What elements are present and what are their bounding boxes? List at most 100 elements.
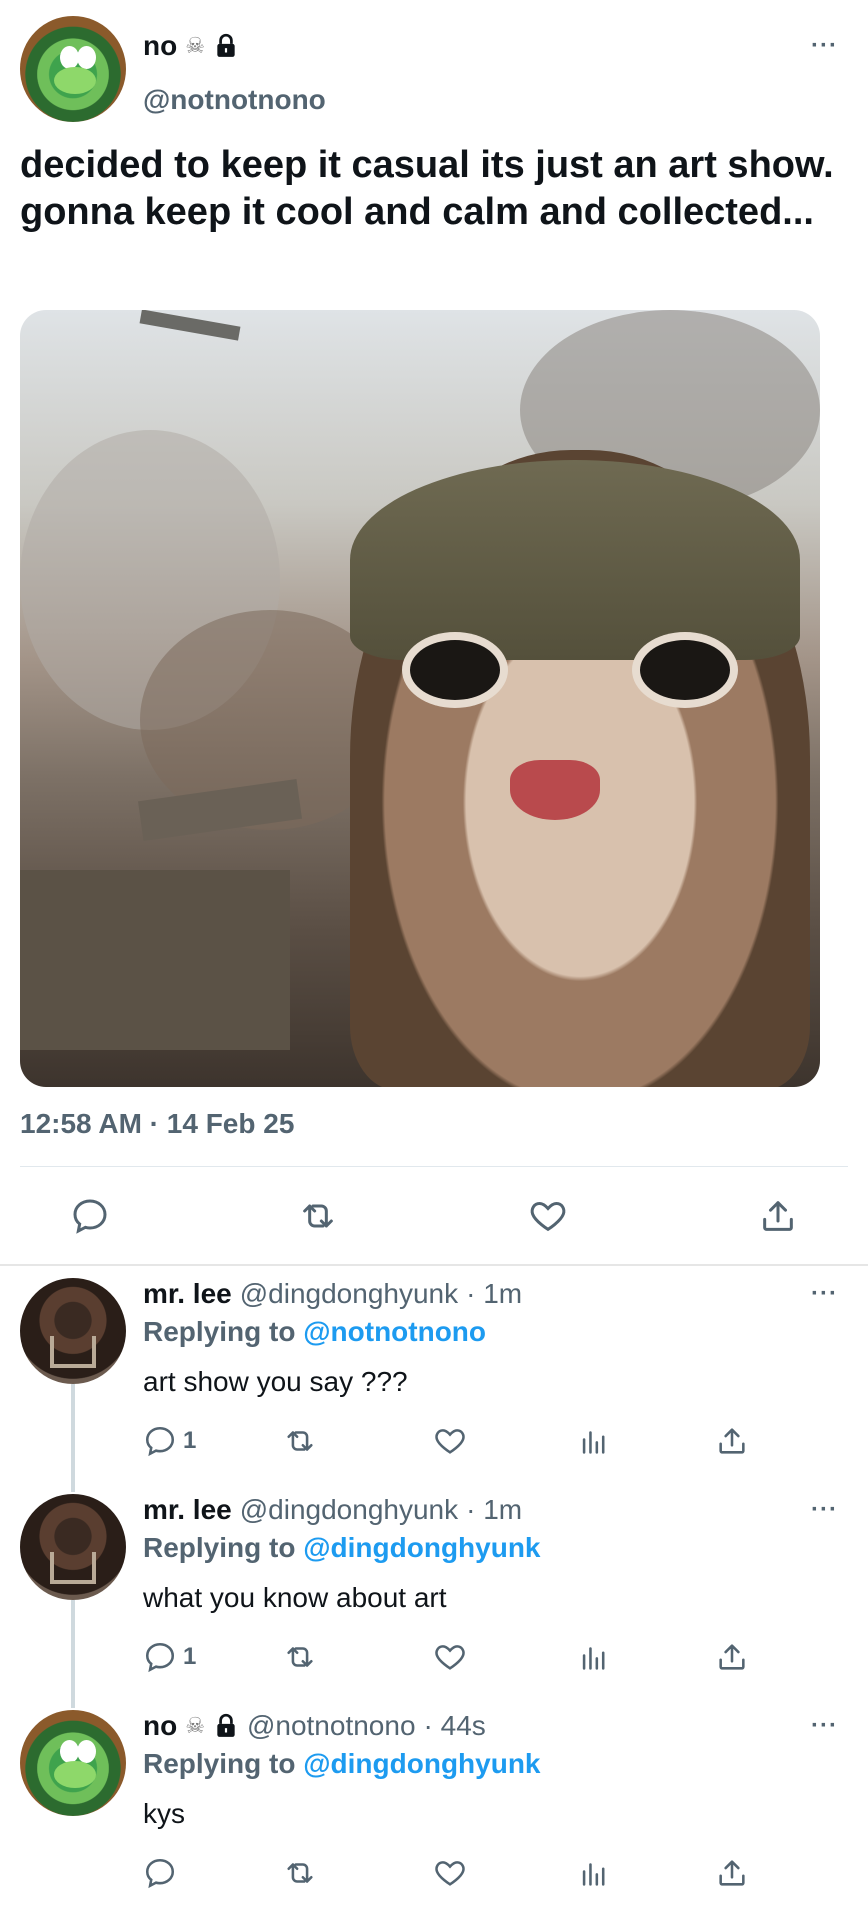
reply-button[interactable]: 1 — [143, 1640, 196, 1674]
heart-icon — [530, 1201, 566, 1232]
cat-eye — [640, 640, 730, 700]
replying-to-label: Replying to — [143, 1532, 296, 1563]
retweet-icon — [303, 1204, 333, 1228]
share-button[interactable] — [715, 1856, 749, 1890]
avatar-detail — [49, 1336, 97, 1369]
replying-to: Replying to @dingdonghyunk — [143, 1532, 541, 1564]
heart-icon — [435, 1645, 465, 1670]
like-button[interactable] — [433, 1640, 467, 1674]
avatar[interactable] — [20, 1710, 126, 1816]
avatar-eye — [77, 1739, 97, 1763]
mention-link[interactable]: @notnotnono — [303, 1316, 486, 1347]
lock-icon — [213, 1713, 239, 1739]
lock-icon — [213, 33, 239, 59]
share-button[interactable] — [715, 1640, 749, 1674]
views-button[interactable] — [577, 1640, 611, 1674]
share-button[interactable] — [715, 1424, 749, 1458]
reply-actions: 1 — [143, 1424, 783, 1464]
reply-button[interactable] — [143, 1856, 183, 1890]
avatar-detail — [49, 1552, 97, 1585]
retweet-button[interactable] — [283, 1424, 317, 1458]
display-name[interactable]: no — [143, 30, 177, 62]
more-options-button[interactable]: ··· — [811, 1712, 838, 1740]
relative-time: · 44s — [423, 1710, 486, 1741]
avatar-snout — [53, 1760, 97, 1789]
handle[interactable]: @notnotnono — [143, 84, 326, 116]
reply-header: mr. lee @dingdonghyunk · 1m — [143, 1278, 522, 1310]
reply-actions: 1 — [143, 1640, 783, 1680]
reply-icon — [145, 1858, 175, 1889]
analytics-icon — [582, 1647, 605, 1670]
retweet-icon — [287, 1647, 313, 1667]
views-button[interactable] — [577, 1856, 611, 1890]
reply-tweet[interactable]: no ☠ @notnotnono · 44s ··· Replying to @… — [0, 1700, 868, 1914]
analytics-icon — [582, 1863, 605, 1886]
replying-to: Replying to @notnotnono — [143, 1316, 486, 1348]
share-icon — [719, 1860, 745, 1886]
reply-actions — [143, 1856, 783, 1896]
plane-shape — [139, 310, 241, 341]
like-button[interactable] — [433, 1856, 467, 1890]
reply-text: what you know about art — [143, 1582, 447, 1613]
replying-to: Replying to @dingdonghyunk — [143, 1748, 541, 1780]
more-options-button[interactable]: ··· — [811, 32, 838, 60]
timestamp: 12:58 AM · 14 Feb 25 — [20, 1108, 295, 1139]
like-button[interactable] — [528, 1196, 568, 1236]
reply-text: kys — [143, 1798, 185, 1829]
avatar[interactable] — [20, 16, 126, 122]
divider — [0, 1264, 868, 1266]
avatar-eye — [77, 45, 97, 69]
share-button[interactable] — [758, 1196, 798, 1236]
handle[interactable]: @dingdonghyunk — [240, 1494, 458, 1526]
reply-header: mr. lee @dingdonghyunk · 1m — [143, 1494, 522, 1526]
share-icon — [719, 1428, 745, 1454]
like-button[interactable] — [433, 1424, 467, 1458]
display-name[interactable]: no — [143, 1710, 177, 1742]
avatar-snout — [53, 66, 97, 95]
mention-link[interactable]: @dingdonghyunk — [303, 1532, 540, 1563]
replying-to-label: Replying to — [143, 1748, 296, 1779]
heart-icon — [435, 1861, 465, 1886]
relative-time: · 1m — [466, 1278, 523, 1309]
reply-icon — [73, 1199, 107, 1234]
reply-count: 1 — [183, 1427, 197, 1454]
cat-eye — [410, 640, 500, 700]
thread-line — [71, 1384, 75, 1492]
share-icon — [719, 1644, 745, 1670]
more-options-button[interactable]: ··· — [811, 1280, 838, 1308]
avatar[interactable] — [20, 1278, 126, 1384]
reply-button[interactable]: 1 — [143, 1424, 196, 1458]
reply-icon — [145, 1642, 175, 1673]
main-tweet: no ☠ @notnotnono ··· decided to keep it … — [0, 0, 868, 1266]
tweet-actions — [0, 1192, 868, 1244]
retweet-button[interactable] — [283, 1640, 317, 1674]
retweet-icon — [287, 1431, 313, 1451]
skull-crossbones-icon: ☠ — [185, 33, 205, 58]
handle[interactable]: @notnotnono — [247, 1710, 416, 1742]
tank-shape — [20, 870, 290, 1050]
display-name[interactable]: mr. lee — [143, 1278, 232, 1310]
analytics-icon — [582, 1431, 605, 1454]
views-button[interactable] — [577, 1424, 611, 1458]
tweet-text: decided to keep it casual its just an ar… — [20, 144, 834, 233]
retweet-icon — [287, 1863, 313, 1883]
retweet-button[interactable] — [298, 1196, 338, 1236]
tweet-image[interactable] — [20, 310, 820, 1087]
relative-time: · 1m — [466, 1494, 523, 1525]
reply-text: art show you say ??? — [143, 1366, 408, 1397]
more-options-button[interactable]: ··· — [811, 1496, 838, 1524]
helmet-shape — [350, 460, 800, 660]
mention-link[interactable]: @dingdonghyunk — [303, 1748, 540, 1779]
reply-count: 1 — [183, 1643, 197, 1670]
handle[interactable]: @dingdonghyunk — [240, 1278, 458, 1310]
reply-tweet[interactable]: mr. lee @dingdonghyunk · 1m ··· Replying… — [0, 1268, 868, 1492]
reply-icon — [145, 1426, 175, 1457]
display-name[interactable]: mr. lee — [143, 1494, 232, 1526]
avatar[interactable] — [20, 1494, 126, 1600]
display-name-row[interactable]: no ☠ — [143, 30, 239, 62]
reply-tweet[interactable]: mr. lee @dingdonghyunk · 1m ··· Replying… — [0, 1484, 868, 1708]
retweet-button[interactable] — [283, 1856, 317, 1890]
reply-button[interactable] — [70, 1196, 110, 1236]
divider — [20, 1166, 848, 1167]
cat-nose — [510, 760, 600, 820]
